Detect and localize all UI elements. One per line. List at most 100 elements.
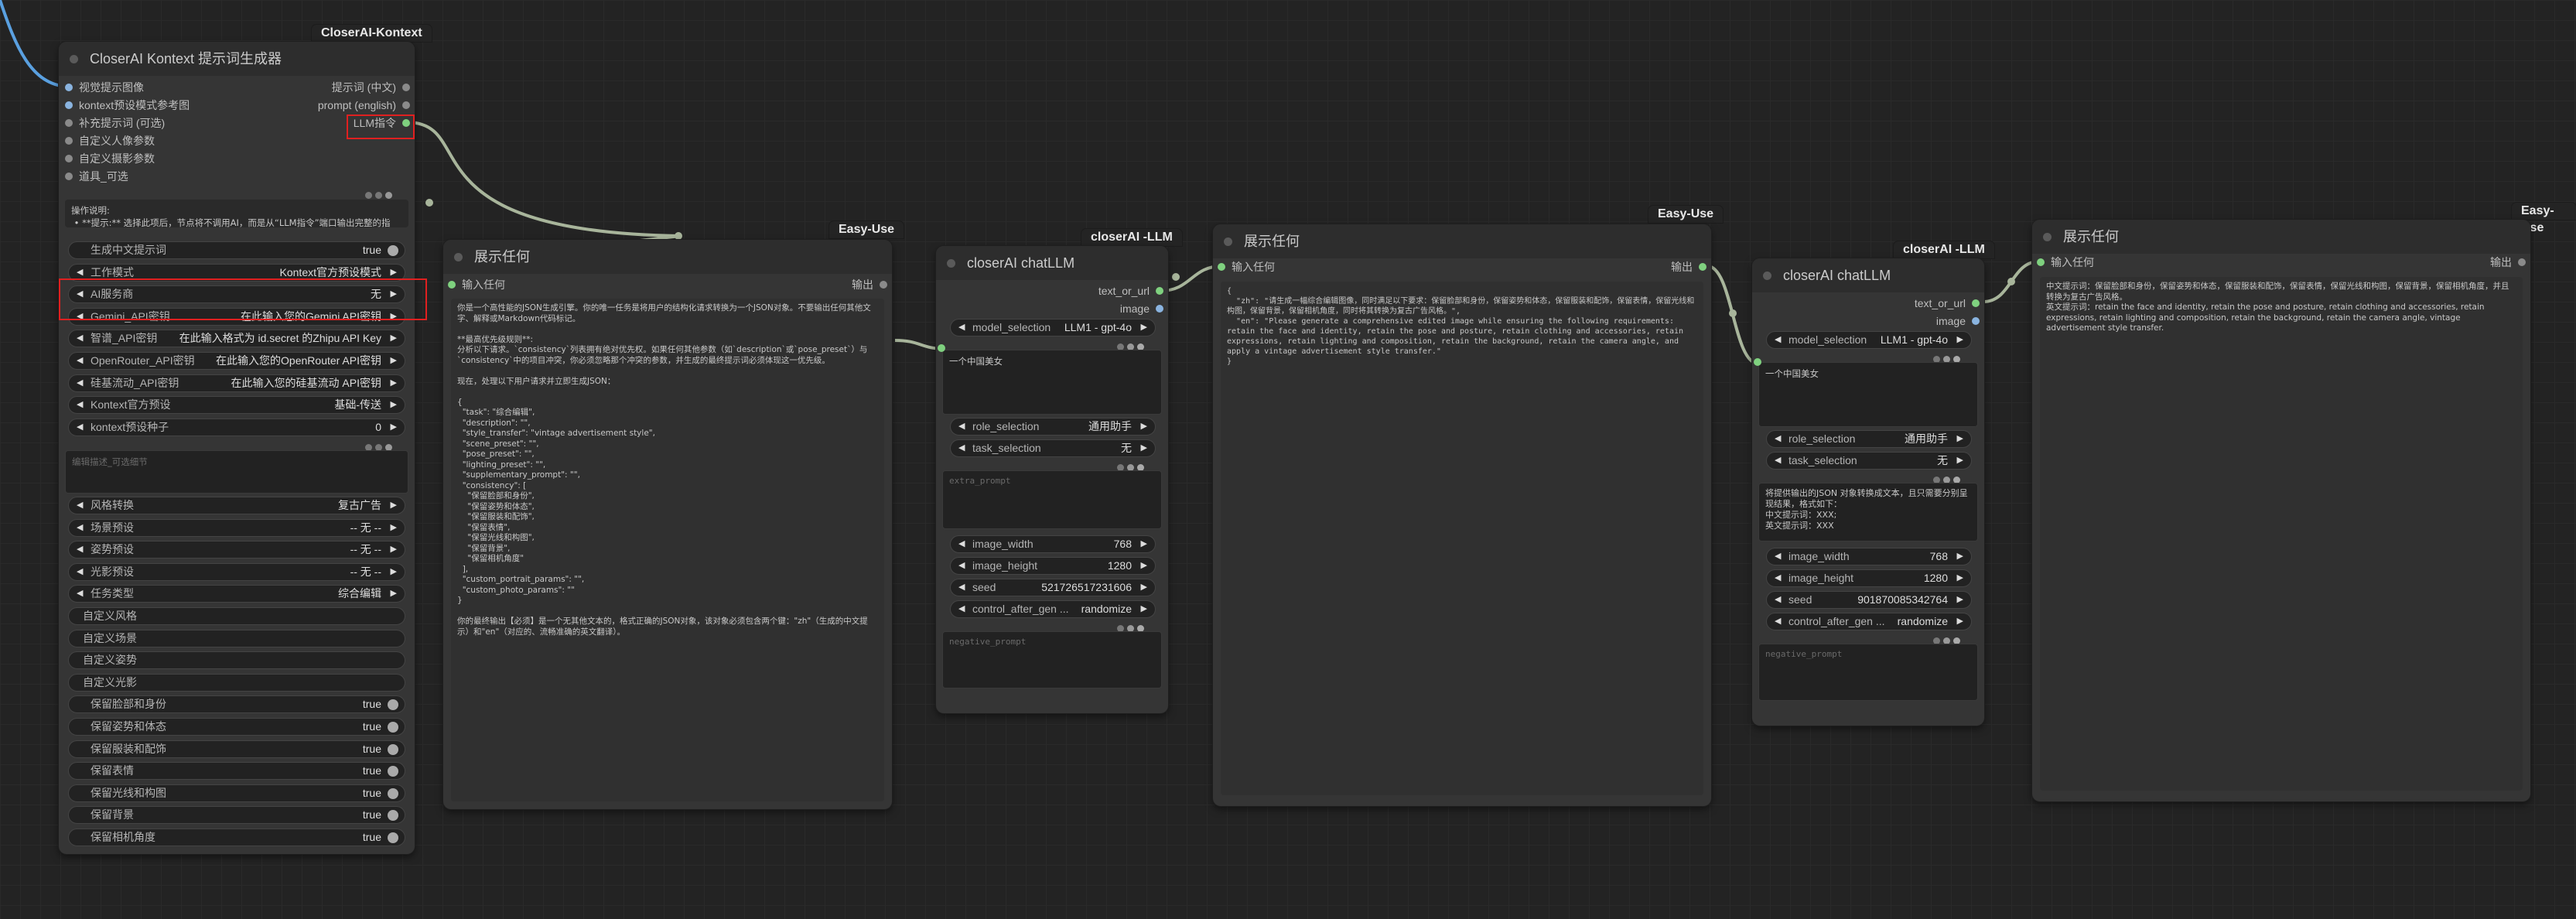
- arrow-left-icon[interactable]: ◀: [1775, 453, 1781, 469]
- arrow-right-icon[interactable]: ▶: [391, 397, 397, 413]
- toggle-widgets2-10[interactable]: 保留姿势和体态 true: [68, 718, 405, 736]
- combo-widgets1-3[interactable]: Gemini_API密钥 ◀ 在此输入您的Gemini API密钥 ▶: [68, 307, 405, 326]
- combo-widgets1-2[interactable]: AI服务商 ◀ 无 ▶: [68, 285, 405, 304]
- arrow-right-icon[interactable]: ▶: [1141, 440, 1147, 456]
- node-title[interactable]: 展示任何: [443, 240, 892, 274]
- toggle-widgets1-0[interactable]: 生成中文提示词 true: [68, 241, 405, 259]
- combo-widgets2-0[interactable]: 风格转换 ◀ 复古广告 ▶: [68, 497, 405, 514]
- arrow-right-icon[interactable]: ▶: [1141, 579, 1147, 596]
- arrow-left-icon[interactable]: ◀: [1775, 592, 1781, 608]
- textarea-controls[interactable]: [362, 441, 392, 451]
- arrow-right-icon[interactable]: ▶: [391, 265, 397, 281]
- arrow-right-icon[interactable]: ▶: [1141, 601, 1147, 617]
- negative-prompt-textarea[interactable]: negative_prompt: [942, 631, 1162, 688]
- output-slot[interactable]: 输出: [1671, 258, 1710, 275]
- input-slot[interactable]: 道具_可选: [62, 168, 128, 185]
- arrow-left-icon[interactable]: ◀: [77, 330, 83, 347]
- slot-dot-icon[interactable]: [938, 344, 945, 352]
- toggle-knob-icon[interactable]: [388, 699, 398, 711]
- arrow-left-icon[interactable]: ◀: [1775, 570, 1781, 586]
- arrow-right-icon[interactable]: ▶: [391, 586, 397, 602]
- arrow-right-icon[interactable]: ▶: [1141, 419, 1147, 435]
- image-width-number[interactable]: ◀ image_width 768 ▶: [950, 535, 1156, 553]
- arrow-right-icon[interactable]: ▶: [1957, 570, 1963, 586]
- arrow-left-icon[interactable]: ◀: [958, 440, 965, 456]
- arrow-left-icon[interactable]: ◀: [77, 541, 83, 558]
- toggle-knob-icon[interactable]: [388, 787, 398, 799]
- input-slot[interactable]: 视觉提示图像: [62, 79, 144, 96]
- arrow-right-icon[interactable]: ▶: [391, 330, 397, 347]
- arrow-left-icon[interactable]: ◀: [1775, 548, 1781, 565]
- button-widgets2-7[interactable]: 自定义姿势: [68, 651, 405, 670]
- output-slot[interactable]: 提示词 (中文): [332, 79, 413, 96]
- slot-dot-icon[interactable]: [402, 84, 410, 91]
- arrow-right-icon[interactable]: ▶: [1957, 431, 1963, 447]
- arrow-left-icon[interactable]: ◀: [77, 520, 83, 536]
- combo-widgets2-2[interactable]: 姿势预设 ◀ -- 无 -- ▶: [68, 541, 405, 559]
- arrow-right-icon[interactable]: ▶: [1141, 536, 1147, 552]
- output-slot[interactable]: 输出: [852, 276, 890, 293]
- role-selection-combo[interactable]: ◀ role_selection 通用助手 ▶: [950, 418, 1156, 436]
- negative-prompt-textarea[interactable]: negative_prompt: [1758, 644, 1978, 701]
- toggle-widgets2-9[interactable]: 保留脸部和身份 true: [68, 695, 405, 714]
- slot-dot-icon[interactable]: [402, 101, 410, 109]
- combo-widgets1-6[interactable]: 硅基流动_API密钥 ◀ 在此输入您的硅基流动 API密钥 ▶: [68, 374, 405, 392]
- arrow-left-icon[interactable]: ◀: [958, 579, 965, 596]
- show-any-node-3[interactable]: 展示任何 输入任何 输出 中文提示词：保留脸部和身份，保留姿势和体态，保留服装和…: [2032, 220, 2530, 801]
- output-slot[interactable]: image: [1120, 300, 1167, 317]
- slot-dot-icon[interactable]: [1972, 317, 1980, 325]
- slot-dot-icon[interactable]: [2518, 258, 2526, 266]
- arrow-left-icon[interactable]: ◀: [958, 419, 965, 435]
- arrow-left-icon[interactable]: ◀: [77, 265, 83, 281]
- textarea-controls[interactable]: [1930, 353, 1960, 363]
- arrow-right-icon[interactable]: ▶: [1957, 548, 1963, 565]
- arrow-right-icon[interactable]: ▶: [391, 520, 397, 536]
- slot-dot-icon[interactable]: [2037, 258, 2045, 266]
- arrow-left-icon[interactable]: ◀: [1775, 613, 1781, 630]
- slot-dot-icon[interactable]: [65, 84, 73, 91]
- button-widgets2-6[interactable]: 自定义场景: [68, 629, 405, 647]
- toggle-widgets2-13[interactable]: 保留光线和构图 true: [68, 784, 405, 802]
- node-title[interactable]: CloserAI Kontext 提示词生成器: [59, 42, 415, 76]
- image-height-number[interactable]: ◀ image_height 1280 ▶: [950, 557, 1156, 575]
- button-widgets2-5[interactable]: 自定义风格: [68, 607, 405, 625]
- toggle-knob-icon[interactable]: [388, 743, 398, 755]
- image-width-number[interactable]: ◀ image_width 768 ▶: [1766, 548, 1972, 565]
- toggle-widgets2-15[interactable]: 保留相机角度 true: [68, 828, 405, 846]
- arrow-left-icon[interactable]: ◀: [77, 286, 83, 302]
- combo-widgets1-8[interactable]: kontext预设种子 ◀ 0 ▶: [68, 418, 405, 436]
- model-selection-combo[interactable]: ◀ model_selection LLM1 - gpt-4o ▶: [950, 319, 1156, 337]
- arrow-left-icon[interactable]: ◀: [77, 419, 83, 436]
- input-slot[interactable]: 输入任何: [445, 276, 505, 293]
- input-slot[interactable]: kontext预设模式参考图: [62, 97, 190, 114]
- input-slot[interactable]: 输入任何: [1215, 258, 1275, 275]
- node-title[interactable]: closerAI chatLLM: [936, 246, 1168, 280]
- arrow-left-icon[interactable]: ◀: [958, 558, 965, 574]
- output-slot[interactable]: prompt (english): [318, 97, 413, 114]
- arrow-left-icon[interactable]: ◀: [1775, 431, 1781, 447]
- arrow-left-icon[interactable]: ◀: [958, 319, 965, 336]
- arrow-right-icon[interactable]: ▶: [1957, 453, 1963, 469]
- task-selection-combo[interactable]: ◀ task_selection 无 ▶: [1766, 452, 1972, 470]
- arrow-left-icon[interactable]: ◀: [77, 497, 83, 514]
- control-after-generate-combo[interactable]: ◀ control_after_gen ... randomize ▶: [950, 600, 1156, 618]
- textarea-controls[interactable]: [1930, 634, 1960, 644]
- arrow-left-icon[interactable]: ◀: [1775, 332, 1781, 348]
- output-slot[interactable]: image: [1936, 313, 1983, 330]
- combo-widgets1-5[interactable]: OpenRouter_API密钥 ◀ 在此输入您的OpenRouter API密钥 ▶: [68, 352, 405, 370]
- slot-dot-icon[interactable]: [65, 137, 73, 145]
- textarea-controls[interactable]: [362, 189, 392, 199]
- arrow-left-icon[interactable]: ◀: [958, 601, 965, 617]
- role-selection-combo[interactable]: ◀ role_selection 通用助手 ▶: [1766, 430, 1972, 448]
- output-slot[interactable]: text_or_url: [1915, 295, 1983, 312]
- kontext-prompt-generator-node[interactable]: CloserAI Kontext 提示词生成器 视觉提示图像 kontext预设…: [59, 42, 415, 854]
- slot-dot-icon[interactable]: [65, 173, 73, 180]
- toggle-knob-icon[interactable]: [388, 810, 398, 822]
- seed-number[interactable]: ◀ seed 901870085342764 ▶: [1766, 591, 1972, 609]
- arrow-left-icon[interactable]: ◀: [77, 353, 83, 369]
- slot-dot-icon[interactable]: [1156, 305, 1163, 313]
- input-slot[interactable]: 补充提示词 (可选): [62, 114, 165, 132]
- model-selection-combo[interactable]: ◀ model_selection LLM1 - gpt-4o ▶: [1766, 331, 1972, 349]
- arrow-right-icon[interactable]: ▶: [391, 541, 397, 558]
- arrow-right-icon[interactable]: ▶: [1957, 613, 1963, 630]
